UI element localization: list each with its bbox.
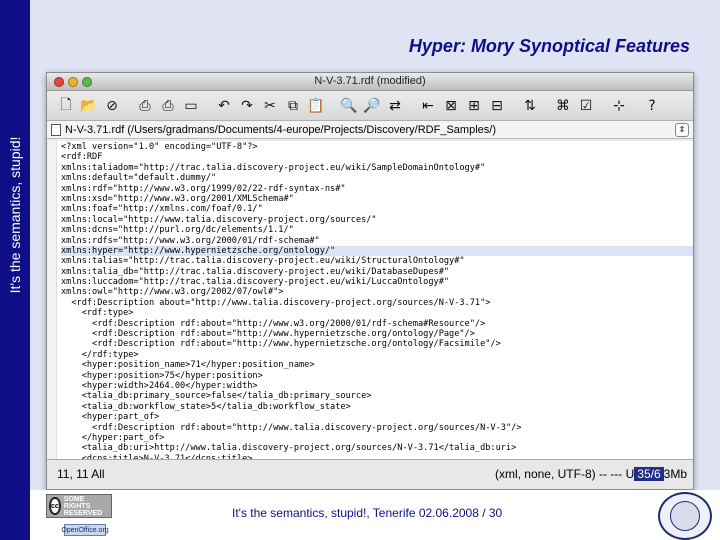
status-bar: 11, 11 All (xml, none, UTF-8) -- --- U 35…	[47, 459, 693, 489]
code-text[interactable]: <?xml version="1.0" encoding="UTF-8"?> <r…	[61, 142, 693, 459]
collapse-icon[interactable]: ⊠	[440, 95, 462, 117]
expand-icon[interactable]: ⊞	[463, 95, 485, 117]
code-line[interactable]: <?xml version="1.0" encoding="UTF-8"?>	[61, 142, 693, 152]
code-line[interactable]: <hyper:position_name>71</hyper:position_…	[61, 360, 693, 370]
code-line[interactable]: xmlns:talia_db="http://trac.talia.discov…	[61, 267, 693, 277]
window-title: N-V-3.71.rdf (modified)	[314, 75, 426, 87]
editor-window: N-V-3.71.rdf (modified) 🗋 📂 ⊘ ⎙ ⎙ ▭ ↶ ↷ ✂ ⧉ 📋 🔍 🔎 ⇄ ⇤ ⊠…	[46, 72, 694, 490]
tag-icon[interactable]: ⌘	[552, 95, 574, 117]
editor-toolbar: 🗋 📂 ⊘ ⎙ ⎙ ▭ ↶ ↷ ✂ ⧉ 📋 🔍 🔎 ⇄ ⇤ ⊠ ⊞ ⊟ ⇅ ⌘ ☑ ⊹?	[47, 91, 693, 121]
openoffice-badge: OpenOffice.org	[61, 524, 109, 536]
university-seal-icon	[658, 492, 712, 540]
code-line[interactable]: xmlns:taliadom="http://trac.talia.discov…	[61, 163, 693, 173]
code-line[interactable]: <rdf:Description rdf:about="http://www.w…	[61, 319, 693, 329]
help-icon[interactable]: ?	[641, 95, 663, 117]
editor-gutter	[47, 141, 57, 459]
code-line[interactable]: <rdf:RDF	[61, 152, 693, 162]
cut-icon[interactable]: ✂	[259, 95, 281, 117]
code-line[interactable]: <rdf:Description rdf:about="http://www.t…	[61, 423, 693, 433]
code-line[interactable]: xmlns:local="http://www.talia.discovery-…	[61, 215, 693, 225]
code-line[interactable]: xmlns:hyper="http://www.hypernietzsche.o…	[61, 245, 693, 257]
new-document-icon[interactable]: 🗋	[55, 95, 77, 117]
status-highlight: 35/6	[634, 467, 664, 481]
code-line[interactable]: <talia_db:workflow_state>5</talia_db:wor…	[61, 402, 693, 412]
code-editor[interactable]: <?xml version="1.0" encoding="UTF-8"?> <r…	[47, 141, 693, 459]
file-path-bar: N-V-3.71.rdf (/Users/gradmans/Documents/…	[47, 121, 693, 139]
paste-icon[interactable]: 📋	[305, 95, 327, 117]
sort-ab-icon[interactable]: ⇅	[519, 95, 541, 117]
cc-label: SOME RIGHTS RESERVED	[63, 495, 103, 517]
find-next-icon[interactable]: 🔎	[361, 95, 383, 117]
code-line[interactable]: xmlns:dcns="http://purl.org/dc/elements/…	[61, 225, 693, 235]
file-info: (xml, none, UTF-8) -- --- U 35/6 3Mb	[495, 467, 687, 481]
code-line[interactable]: xmlns:foaf="http://xmlns.com/foaf/0.1/"	[61, 204, 693, 214]
sidebar-label: It's the semantics, stupid!	[7, 136, 23, 294]
find-replace-icon[interactable]: ⇄	[384, 95, 406, 117]
tree-icon[interactable]: ⊹	[608, 95, 630, 117]
code-line[interactable]: xmlns:xsd="http://www.w3.org/2001/XMLSch…	[61, 194, 693, 204]
undo-icon[interactable]: ↶	[213, 95, 235, 117]
file-icon	[51, 123, 61, 136]
code-line[interactable]: xmlns:luccadom="http://trac.talia.discov…	[61, 277, 693, 287]
code-line[interactable]: <hyper:width>2464.00</hyper:width>	[61, 381, 693, 391]
shift-left-icon[interactable]: ⇤	[417, 95, 439, 117]
code-line[interactable]: xmlns:rdfs="http://www.w3.org/2000/01/rd…	[61, 236, 693, 246]
fold-icon[interactable]: ⊟	[486, 95, 508, 117]
code-line[interactable]: <rdf:type>	[61, 308, 693, 318]
code-line[interactable]: xmlns:owl="http://www.w3.org/2002/07/owl…	[61, 287, 693, 297]
file-path[interactable]: N-V-3.71.rdf (/Users/gradmans/Documents/…	[65, 124, 675, 136]
code-line[interactable]: <talia_db:uri>http://www.talia.discovery…	[61, 443, 693, 453]
code-line[interactable]: </rdf:type>	[61, 350, 693, 360]
code-line[interactable]: <talia_db:primary_source>false</talia_db…	[61, 391, 693, 401]
path-popup-stepper[interactable]: ⇕	[675, 122, 689, 137]
code-line[interactable]: <rdf:Description rdf:about="http://www.h…	[61, 339, 693, 349]
print-setup-icon[interactable]: ⎙	[157, 95, 179, 117]
code-line[interactable]: <hyper:position>75</hyper:position>	[61, 371, 693, 381]
code-line[interactable]: <hyper:part_of>	[61, 412, 693, 422]
slide-sidebar: It's the semantics, stupid!	[0, 0, 30, 540]
encoding-info: (xml, none, UTF-8) -- --- U	[494, 467, 635, 481]
open-folder-icon[interactable]: 📂	[78, 95, 100, 117]
window-titlebar[interactable]: N-V-3.71.rdf (modified)	[47, 73, 693, 91]
creative-commons-badge: cc SOME RIGHTS RESERVED	[46, 494, 112, 518]
code-line[interactable]: </hyper:part_of>	[61, 433, 693, 443]
checklist-icon[interactable]: ☑	[575, 95, 597, 117]
file-size: 3Mb	[663, 467, 687, 481]
seal-emblem	[670, 501, 700, 531]
code-line[interactable]: xmlns:talias="http://trac.talia.discover…	[61, 256, 693, 266]
code-line[interactable]: xmlns:default="default.dummy/"	[61, 173, 693, 183]
no-entry-icon[interactable]: ⊘	[101, 95, 123, 117]
code-line[interactable]: <rdf:Description rdf:about="http://www.h…	[61, 329, 693, 339]
find-icon[interactable]: 🔍	[338, 95, 360, 117]
footer-text: It's the semantics, stupid!, Tenerife 02…	[232, 506, 503, 520]
print-icon[interactable]: ⎙	[134, 95, 156, 117]
cc-icon: cc	[49, 497, 61, 515]
code-line[interactable]: <rdf:Description about="http://www.talia…	[61, 298, 693, 308]
code-line[interactable]: xmlns:rdf="http://www.w3.org/1999/02/22-…	[61, 184, 693, 194]
disk-icon[interactable]: ▭	[180, 95, 202, 117]
cursor-position: 11, 11 All	[57, 467, 105, 481]
slide-title: Hyper: Mory Synoptical Features	[408, 36, 690, 56]
copy-icon[interactable]: ⧉	[282, 95, 304, 117]
redo-icon[interactable]: ↷	[236, 95, 258, 117]
